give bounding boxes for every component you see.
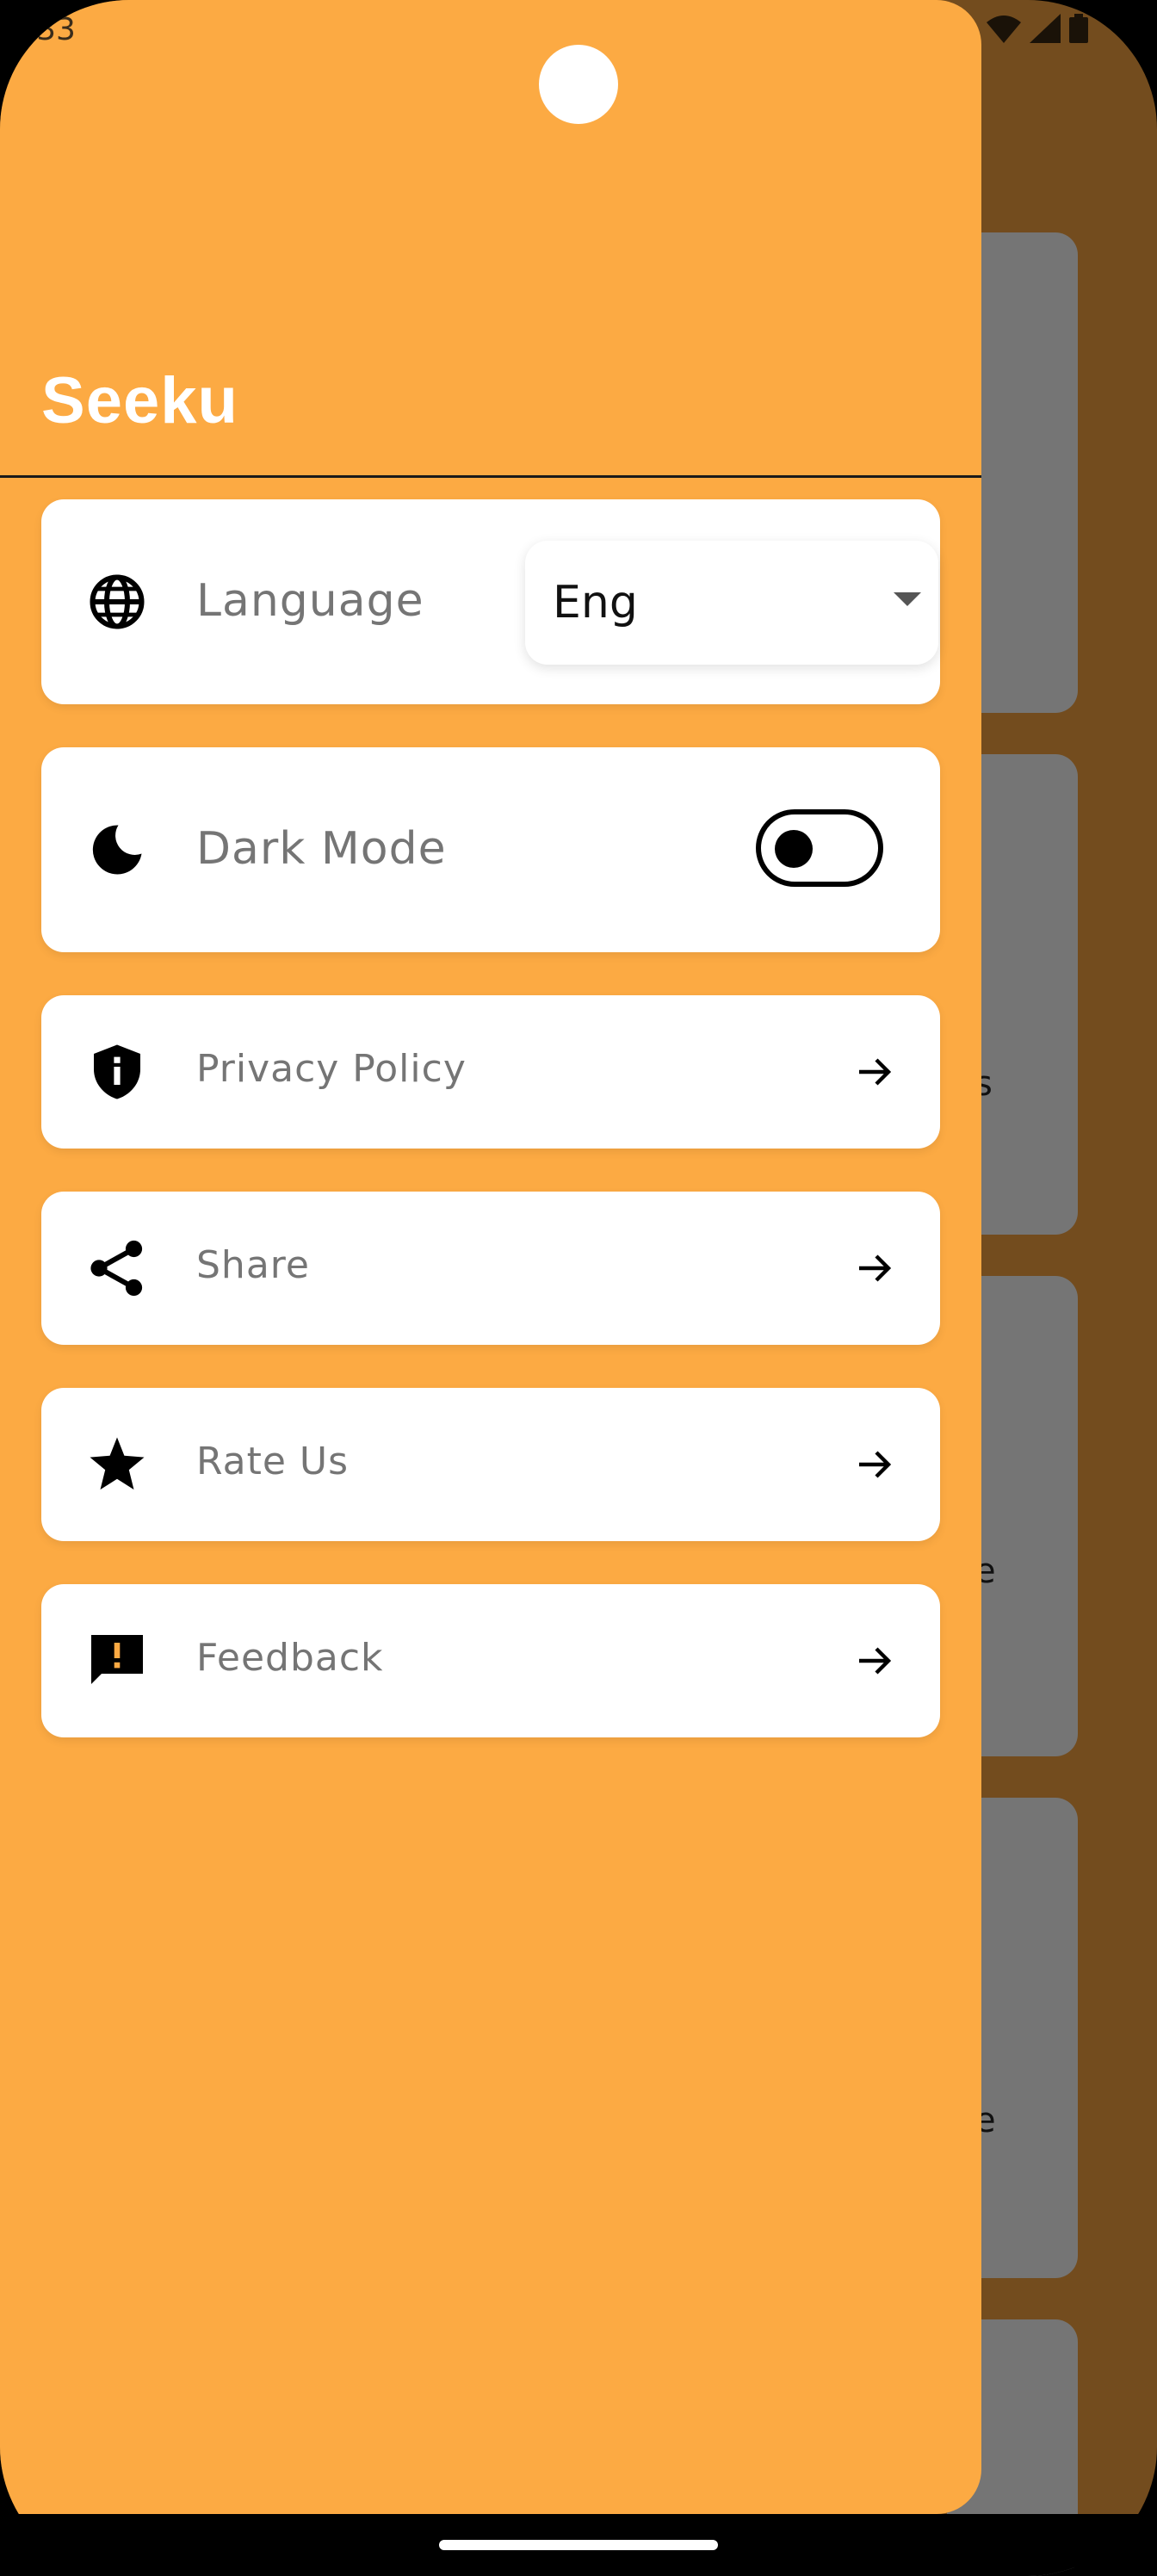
phone-screen: s e e :33 Seeku Language Eng Dark Mode P… — [0, 0, 1157, 2576]
toggle-knob — [775, 830, 813, 868]
language-card: Language Eng — [41, 499, 940, 704]
feedback-label: Feedback — [196, 1636, 384, 1680]
rate-us-item[interactable]: Rate Us — [41, 1388, 940, 1541]
camera-cutout — [539, 45, 618, 124]
moon-icon — [92, 825, 142, 875]
language-selected-value: Eng — [553, 577, 638, 629]
status-time: :33 — [26, 12, 76, 47]
language-label: Language — [196, 575, 424, 627]
share-item[interactable]: Share — [41, 1192, 940, 1345]
privacy-shield-icon — [94, 1044, 140, 1099]
home-gesture-handle[interactable] — [439, 2540, 718, 2550]
feedback-item[interactable]: Feedback — [41, 1584, 940, 1737]
arrow-right-icon — [859, 1647, 892, 1675]
arrow-right-icon — [859, 1451, 892, 1478]
dark-mode-toggle[interactable] — [756, 809, 883, 887]
wifi-icon — [987, 15, 1021, 43]
navigation-drawer: Seeku Language Eng Dark Mode Privacy Pol… — [0, 0, 981, 2514]
privacy-policy-item[interactable]: Privacy Policy — [41, 995, 940, 1149]
arrow-right-icon — [859, 1058, 892, 1086]
status-icons — [987, 14, 1088, 43]
dark-mode-label: Dark Mode — [196, 823, 447, 875]
star-icon — [90, 1437, 145, 1490]
dark-mode-card: Dark Mode — [41, 747, 940, 952]
language-dropdown[interactable]: Eng — [525, 541, 938, 665]
cell-signal-icon — [1030, 14, 1061, 43]
dropdown-caret-icon — [894, 592, 921, 606]
share-label: Share — [196, 1243, 310, 1287]
gesture-nav-bar — [0, 2514, 1157, 2576]
feedback-icon — [91, 1635, 143, 1684]
rate-us-label: Rate Us — [196, 1440, 350, 1483]
app-title: Seeku — [41, 364, 238, 437]
share-icon — [90, 1240, 143, 1297]
drawer-header: Seeku — [0, 0, 981, 478]
arrow-right-icon — [859, 1254, 892, 1282]
globe-icon — [90, 574, 145, 629]
battery-icon — [1069, 14, 1088, 43]
privacy-policy-label: Privacy Policy — [196, 1047, 467, 1091]
